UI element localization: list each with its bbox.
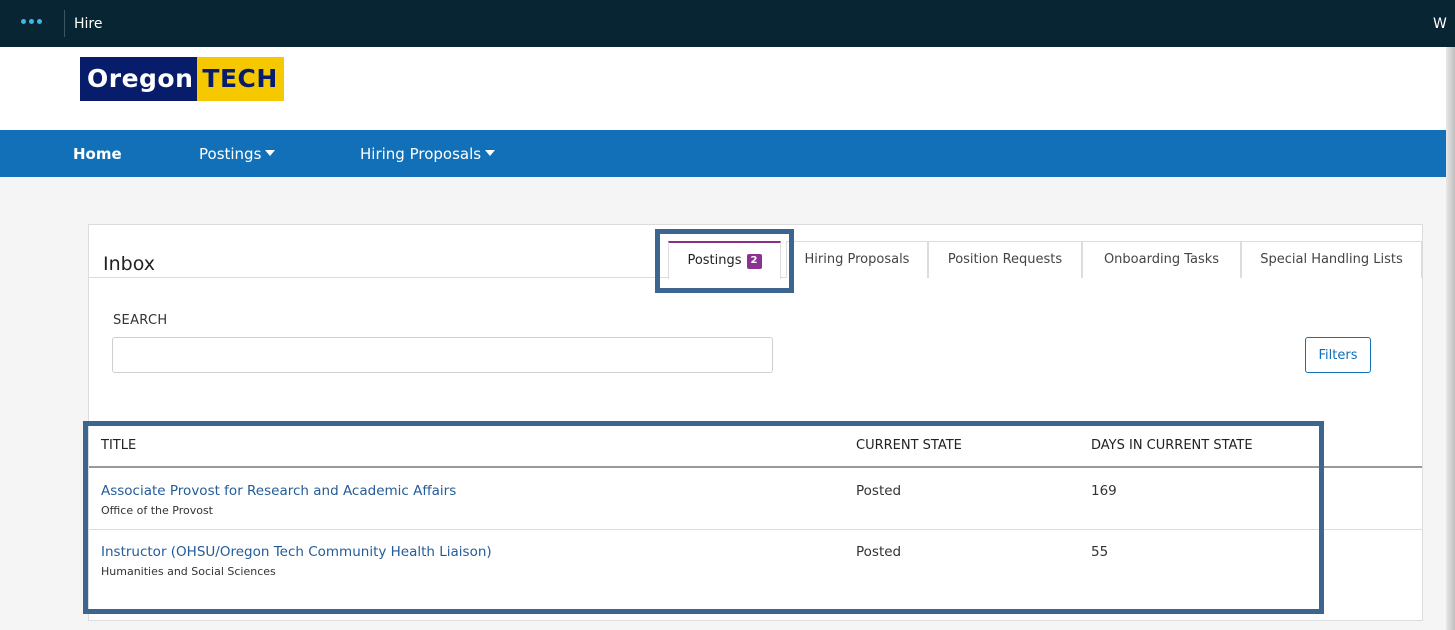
logo-area: Oregon TECH	[0, 47, 1455, 130]
posting-state: Posted	[856, 483, 902, 499]
postings-count-badge: 2	[746, 254, 762, 269]
inbox-title: Inbox	[103, 253, 155, 275]
search-label: SEARCH	[113, 313, 168, 328]
main-nav: Home Postings Hiring Proposals	[0, 130, 1455, 177]
posting-days: 55	[1091, 544, 1109, 560]
posting-department: Office of the Provost	[101, 504, 213, 517]
tab-position-requests-label: Position Requests	[947, 252, 1063, 267]
table-header: TITLE CURRENT STATE DAYS IN CURRENT STAT…	[89, 435, 1422, 468]
tab-special-handling-lists[interactable]: Special Handling Lists	[1241, 241, 1422, 278]
posting-title-link[interactable]: Instructor (OHSU/Oregon Tech Community H…	[101, 544, 492, 560]
tab-postings[interactable]: Postings 2	[668, 241, 781, 279]
nav-home[interactable]: Home	[73, 145, 122, 163]
user-menu[interactable]: W	[1433, 16, 1447, 32]
filters-button[interactable]: Filters	[1305, 337, 1371, 373]
dots-menu-icon[interactable]	[21, 19, 42, 24]
column-header-current-state[interactable]: CURRENT STATE	[856, 438, 962, 453]
posting-state: Posted	[856, 544, 902, 560]
table-row: Instructor (OHSU/Oregon Tech Community H…	[89, 530, 1422, 591]
caret-down-icon	[265, 150, 276, 156]
tab-special-handling-lists-label: Special Handling Lists	[1260, 252, 1403, 267]
caret-down-icon	[485, 150, 496, 156]
posting-days: 169	[1091, 483, 1117, 499]
nav-postings-label: Postings	[199, 145, 262, 163]
column-header-title[interactable]: TITLE	[101, 438, 136, 453]
search-input[interactable]	[112, 337, 773, 373]
oregon-tech-logo[interactable]: Oregon TECH	[80, 57, 284, 101]
table-row: Associate Provost for Research and Acade…	[89, 469, 1422, 530]
top-bar: Hire W	[0, 0, 1455, 47]
column-header-days-in-current-state[interactable]: DAYS IN CURRENT STATE	[1091, 438, 1253, 453]
nav-postings-dropdown[interactable]: Postings	[199, 145, 276, 163]
nav-hiring-proposals-label: Hiring Proposals	[360, 145, 482, 163]
inbox-panel: Inbox Postings 2 Hiring Proposals Positio…	[88, 224, 1423, 621]
tab-position-requests[interactable]: Position Requests	[928, 241, 1082, 278]
logo-text-oregon: Oregon	[80, 57, 198, 101]
nav-home-label: Home	[73, 145, 122, 163]
window-edge-shadow	[1446, 47, 1455, 630]
nav-hiring-proposals-dropdown[interactable]: Hiring Proposals	[360, 145, 496, 163]
topbar-divider	[64, 10, 65, 37]
tab-postings-label: Postings	[687, 253, 742, 268]
logo-text-tech: TECH	[197, 57, 284, 101]
tab-hiring-proposals[interactable]: Hiring Proposals	[786, 241, 928, 278]
posting-title-link[interactable]: Associate Provost for Research and Acade…	[101, 483, 456, 499]
app-name[interactable]: Hire	[74, 16, 102, 32]
tab-onboarding-tasks[interactable]: Onboarding Tasks	[1082, 241, 1241, 278]
tab-onboarding-tasks-label: Onboarding Tasks	[1103, 252, 1220, 267]
posting-department: Humanities and Social Sciences	[101, 565, 276, 578]
tab-hiring-proposals-label: Hiring Proposals	[804, 252, 910, 267]
